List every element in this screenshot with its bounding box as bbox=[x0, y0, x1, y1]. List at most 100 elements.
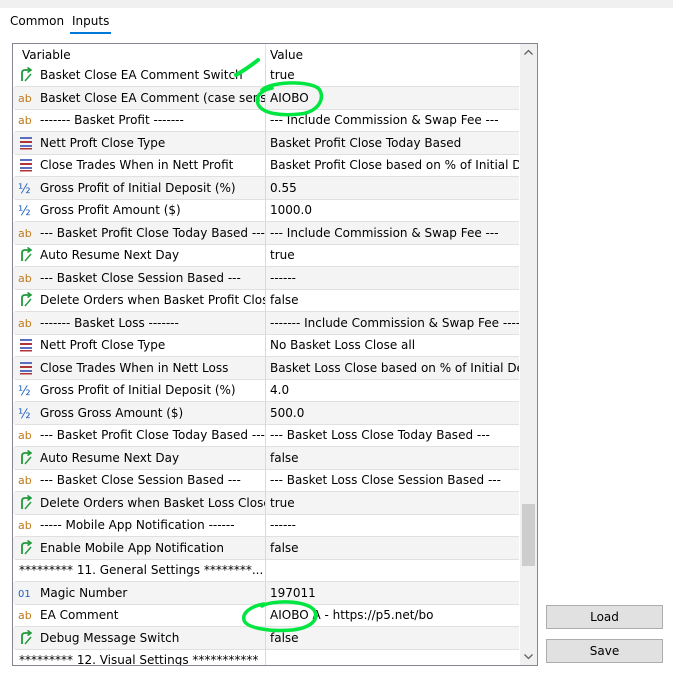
variable-cell[interactable]: ½ Gross Gross Amount ($) bbox=[15, 401, 266, 425]
variable-cell[interactable]: ab --- Basket Close Session Based --- bbox=[15, 266, 266, 290]
value-text: Basket Profit Close Today Based bbox=[270, 135, 462, 150]
variable-cell[interactable]: ½ Gross Profit of Initial Deposit (%) bbox=[15, 379, 266, 402]
variable-cell[interactable]: Debug Message Switch bbox=[15, 626, 266, 650]
value-cell[interactable]: 500.0 bbox=[266, 402, 519, 425]
variable-cell[interactable]: ********* 12. Visual Settings **********… bbox=[15, 649, 266, 665]
svg-text:ab: ab bbox=[18, 474, 32, 487]
table-row[interactable]: ab Basket Close EA Comment (case sensiti.… bbox=[13, 86, 519, 110]
save-button[interactable]: Save bbox=[546, 639, 663, 663]
variable-cell[interactable]: Auto Resume Next Day bbox=[15, 446, 266, 470]
value-cell[interactable]: Basket Profit Close Today Based bbox=[266, 132, 519, 155]
variable-cell[interactable]: Enable Mobile App Notification bbox=[15, 536, 266, 560]
table-row[interactable]: Delete Orders when Basket Profit Close .… bbox=[13, 289, 519, 312]
table-row[interactable]: Enable Mobile App Notification false bbox=[13, 536, 519, 560]
value-cell[interactable] bbox=[266, 559, 519, 582]
scrollbar-thumb[interactable] bbox=[522, 504, 535, 566]
value-cell[interactable]: 0.55 bbox=[266, 177, 519, 200]
value-cell[interactable]: No Basket Loss Close all bbox=[266, 334, 519, 357]
table-row[interactable]: ab EA Comment AIOBO A - https://p5.net/bo bbox=[13, 604, 519, 627]
variable-cell[interactable]: ab EA Comment bbox=[15, 604, 266, 627]
value-cell[interactable]: true bbox=[266, 244, 519, 267]
variable-cell[interactable]: ½ Gross Profit Amount ($) bbox=[15, 199, 266, 222]
variable-cell[interactable]: Auto Resume Next Day bbox=[15, 244, 266, 267]
table-row[interactable]: Nett Proft Close Type Basket Profit Close… bbox=[13, 131, 519, 155]
table-row[interactable]: Close Trades When in Nett Loss Basket Los… bbox=[13, 356, 519, 380]
column-header-value[interactable]: Value bbox=[270, 48, 303, 62]
variable-cell[interactable]: ab --- Basket Profit Close Today Based --… bbox=[15, 424, 266, 447]
tab-common[interactable]: Common bbox=[10, 11, 64, 31]
value-cell[interactable]: false bbox=[266, 537, 519, 560]
variable-cell[interactable]: Close Trades When in Nett Profit bbox=[15, 154, 266, 177]
value-cell[interactable]: Basket Profit Close based on % of Initia… bbox=[266, 154, 519, 177]
tab-inputs[interactable]: Inputs bbox=[70, 11, 112, 34]
table-row[interactable]: Nett Proft Close Type No Basket Loss Clos… bbox=[13, 334, 519, 357]
table-row[interactable]: ab --- Basket Close Session Based --- ----… bbox=[13, 266, 519, 290]
variable-name: Gross Gross Amount ($) bbox=[40, 405, 184, 420]
value-cell[interactable]: ------- Include Commission & Swap Fee --… bbox=[266, 312, 519, 335]
table-row[interactable]: ab ------- Basket Loss ------- ------- Inc… bbox=[13, 311, 519, 335]
variable-cell[interactable]: Nett Proft Close Type bbox=[15, 334, 266, 357]
table-row[interactable]: ********* 12. Visual Settings **********… bbox=[13, 649, 519, 665]
enum-list-icon bbox=[20, 361, 32, 374]
variable-cell[interactable]: ab ------- Basket Loss ------- bbox=[15, 311, 266, 335]
value-cell[interactable]: --- Include Commission & Swap Fee --- bbox=[266, 109, 519, 132]
value-cell[interactable]: 197011 bbox=[266, 582, 519, 605]
variable-cell[interactable]: ab --- Basket Close Session Based --- bbox=[15, 469, 266, 492]
variable-cell[interactable]: Delete Orders when Basket Loss Close i..… bbox=[15, 491, 266, 515]
vertical-scrollbar[interactable] bbox=[520, 44, 537, 665]
table-row[interactable]: ab --- Basket Profit Close Today Based --… bbox=[13, 424, 519, 447]
value-cell[interactable]: true bbox=[266, 492, 519, 515]
value-cell[interactable]: ------ bbox=[266, 267, 519, 290]
value-cell[interactable]: false bbox=[266, 447, 519, 470]
table-row[interactable]: ½ Gross Profit Amount ($) 1000.0 bbox=[13, 199, 519, 222]
value-cell[interactable]: AIOBO bbox=[266, 87, 519, 110]
variable-cell[interactable]: ½ Gross Profit of Initial Deposit (%) bbox=[15, 176, 266, 200]
variable-cell[interactable]: Close Trades When in Nett Loss bbox=[15, 356, 266, 380]
value-cell[interactable]: true bbox=[266, 64, 519, 87]
variable-cell[interactable]: ab --- Basket Profit Close Today Based --… bbox=[15, 221, 266, 245]
value-cell[interactable]: --- Include Commission & Swap Fee --- bbox=[266, 222, 519, 245]
table-row[interactable]: Delete Orders when Basket Loss Close i..… bbox=[13, 491, 519, 515]
svg-text:ab: ab bbox=[18, 272, 32, 285]
table-row[interactable]: ab ------- Basket Profit ------- --- Inclu… bbox=[13, 109, 519, 132]
column-header-variable[interactable]: Variable bbox=[22, 48, 71, 62]
variable-cell[interactable]: ab ----- Mobile App Notification ------ bbox=[15, 514, 266, 537]
scroll-down-icon[interactable] bbox=[520, 648, 537, 665]
table-row[interactable]: ab ----- Mobile App Notification ------ --… bbox=[13, 514, 519, 537]
table-row[interactable]: Basket Close EA Comment Switch true bbox=[13, 64, 519, 87]
table-row[interactable]: ab --- Basket Profit Close Today Based --… bbox=[13, 221, 519, 245]
table-row[interactable]: ½ Gross Gross Amount ($) 500.0 bbox=[13, 401, 519, 425]
value-cell[interactable]: ------ bbox=[266, 514, 519, 537]
column-separator[interactable] bbox=[265, 44, 266, 64]
value-cell[interactable]: --- Basket Loss Close Session Based --- bbox=[266, 469, 519, 492]
inputs-grid[interactable]: Variable Value Basket Close EA Comment S… bbox=[12, 43, 538, 666]
table-row[interactable]: Auto Resume Next Day true bbox=[13, 244, 519, 267]
scroll-up-icon[interactable] bbox=[520, 44, 537, 61]
variable-name: Nett Proft Close Type bbox=[40, 338, 166, 352]
variable-cell[interactable]: 01 Magic Number bbox=[15, 581, 266, 605]
value-cell[interactable]: AIOBO A - https://p5.net/bo bbox=[266, 604, 519, 627]
value-cell[interactable]: Basket Loss Close based on % of Initial … bbox=[266, 357, 519, 380]
value-cell[interactable]: false bbox=[266, 627, 519, 650]
variable-cell[interactable]: Nett Proft Close Type bbox=[15, 131, 266, 155]
variable-cell[interactable]: ab ------- Basket Profit ------- bbox=[15, 109, 266, 132]
table-row[interactable]: ½ Gross Profit of Initial Deposit (%) 0.55 bbox=[13, 176, 519, 200]
table-row[interactable]: ab --- Basket Close Session Based --- --- … bbox=[13, 469, 519, 492]
value-cell[interactable]: --- Basket Loss Close Today Based --- bbox=[266, 424, 519, 447]
value-cell[interactable]: false bbox=[266, 289, 519, 312]
table-row[interactable]: Debug Message Switch false bbox=[13, 626, 519, 650]
table-row[interactable]: ½ Gross Profit of Initial Deposit (%) 4.0 bbox=[13, 379, 519, 402]
table-row[interactable]: ********* 11. General Settings ********.… bbox=[13, 559, 519, 582]
value-cell[interactable]: 4.0 bbox=[266, 379, 519, 402]
variable-name: Delete Orders when Basket Loss Close i..… bbox=[40, 495, 266, 510]
variable-cell[interactable]: ab Basket Close EA Comment (case sensiti.… bbox=[15, 86, 266, 110]
variable-cell[interactable]: Basket Close EA Comment Switch bbox=[15, 64, 266, 87]
variable-cell[interactable]: Delete Orders when Basket Profit Close .… bbox=[15, 289, 266, 312]
table-row[interactable]: 01 Magic Number 197011 bbox=[13, 581, 519, 605]
value-cell[interactable]: 1000.0 bbox=[266, 199, 519, 222]
load-button[interactable]: Load bbox=[546, 605, 663, 629]
variable-cell[interactable]: ********* 11. General Settings ********.… bbox=[15, 559, 266, 582]
table-row[interactable]: Close Trades When in Nett Profit Basket P… bbox=[13, 154, 519, 177]
value-cell[interactable] bbox=[266, 649, 519, 665]
table-row[interactable]: Auto Resume Next Day false bbox=[13, 446, 519, 470]
